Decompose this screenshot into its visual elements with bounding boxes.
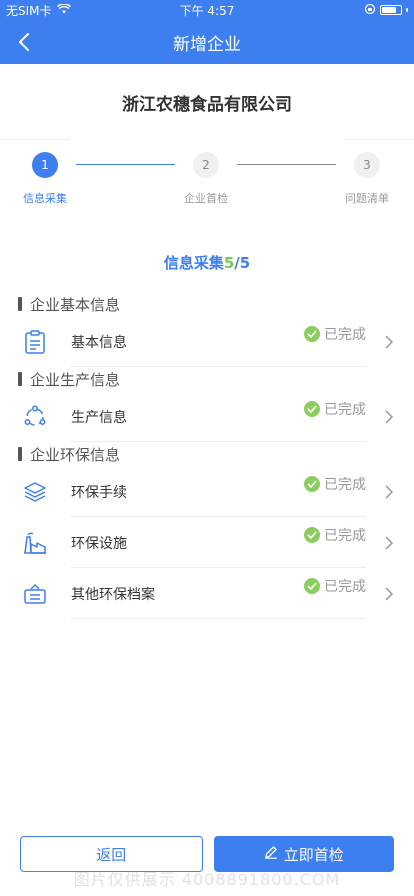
section-title-production: 企业生产信息 [0, 367, 414, 391]
layers-icon [22, 479, 48, 505]
status-text: 已完成 [324, 528, 366, 544]
chevron-right-icon [384, 535, 396, 550]
chevron-right-icon [384, 484, 396, 499]
section-bar [18, 297, 22, 311]
progress-title: 信息采集5/5 [0, 252, 414, 274]
pencil-icon [264, 845, 278, 863]
step-3-label: 问题清单 [345, 192, 389, 205]
list-item-label: 环保手续 [71, 484, 127, 501]
status-text: 已完成 [324, 327, 366, 343]
list-item-env-facilities[interactable]: 环保设施 已完成 [0, 517, 414, 568]
status-completed: 已完成 [304, 525, 366, 545]
section-title-text: 企业环保信息 [30, 445, 121, 464]
factory-icon [22, 530, 48, 556]
check-circle-icon [304, 578, 320, 594]
section-bar [18, 372, 22, 386]
list-item-label: 环保设施 [71, 535, 127, 552]
list-item-basic-info[interactable]: 基本信息 已完成 [0, 316, 414, 367]
section-bar [18, 447, 22, 461]
wifi-icon [56, 3, 71, 17]
back-button[interactable]: 返回 [20, 836, 203, 872]
progress-total: /5 [234, 254, 251, 272]
check-circle-icon [304, 326, 320, 342]
progress-label: 信息采集 [163, 254, 224, 272]
chevron-right-icon [384, 334, 396, 349]
carrier-text: 无SIM卡 [6, 3, 52, 18]
section-title-text: 企业生产信息 [30, 370, 121, 389]
chevron-right-icon [384, 586, 396, 601]
status-completed: 已完成 [304, 399, 366, 419]
step-2-label: 企业首检 [184, 192, 228, 205]
cycle-icon [22, 404, 48, 430]
header: 无SIM卡 下午 4:57 新增企业 [0, 0, 414, 64]
company-name: 浙江农穗食品有限公司 [0, 64, 414, 140]
step-1-number: 1 [32, 152, 58, 178]
step-3[interactable]: 3 问题清单 [322, 152, 412, 206]
nav-bar: 新增企业 [0, 20, 414, 64]
status-completed: 已完成 [304, 324, 366, 344]
step-3-number: 3 [354, 152, 380, 178]
chevron-right-icon [384, 409, 396, 424]
check-circle-icon [304, 401, 320, 417]
battery-icon [380, 5, 402, 15]
step-2-number: 2 [193, 152, 219, 178]
section-title-environment: 企业环保信息 [0, 442, 414, 466]
page-title: 新增企业 [173, 34, 241, 55]
list-item-other-archives[interactable]: 其他环保档案 已完成 [0, 568, 414, 619]
row-divider [71, 366, 366, 367]
status-completed: 已完成 [304, 474, 366, 494]
row-divider [71, 441, 366, 442]
list-item-production-info[interactable]: 生产信息 已完成 [0, 391, 414, 442]
back-arrow-icon[interactable] [10, 28, 38, 56]
status-text: 已完成 [324, 477, 366, 493]
clipboard-icon [22, 329, 48, 355]
row-divider [71, 618, 366, 619]
stepper: 1 信息采集 2 企业首检 3 问题清单 [0, 140, 414, 232]
archive-box-icon [22, 581, 48, 607]
list-item-env-procedures[interactable]: 环保手续 已完成 [0, 466, 414, 517]
check-circle-icon [304, 476, 320, 492]
step-1[interactable]: 1 信息采集 [0, 152, 90, 206]
status-text: 已完成 [324, 579, 366, 595]
step-2[interactable]: 2 企业首检 [161, 152, 251, 206]
list-item-label: 基本信息 [71, 334, 127, 351]
check-circle-icon [304, 527, 320, 543]
list-item-label: 其他环保档案 [71, 586, 155, 603]
section-title-basic: 企业基本信息 [0, 292, 414, 316]
status-bar: 无SIM卡 下午 4:57 [0, 0, 414, 20]
bottom-action-bar: 返回 立即首检 [0, 836, 414, 896]
section-title-text: 企业基本信息 [30, 295, 121, 314]
step-1-label: 信息采集 [23, 192, 67, 205]
start-inspection-button[interactable]: 立即首检 [213, 836, 394, 872]
progress-done-count: 5 [223, 254, 235, 272]
battery-tip [406, 8, 408, 12]
start-inspection-label: 立即首检 [283, 845, 344, 864]
status-text: 已完成 [324, 402, 366, 418]
orientation-lock-icon [364, 3, 376, 18]
status-completed: 已完成 [304, 576, 366, 596]
list-item-label: 生产信息 [71, 409, 127, 426]
